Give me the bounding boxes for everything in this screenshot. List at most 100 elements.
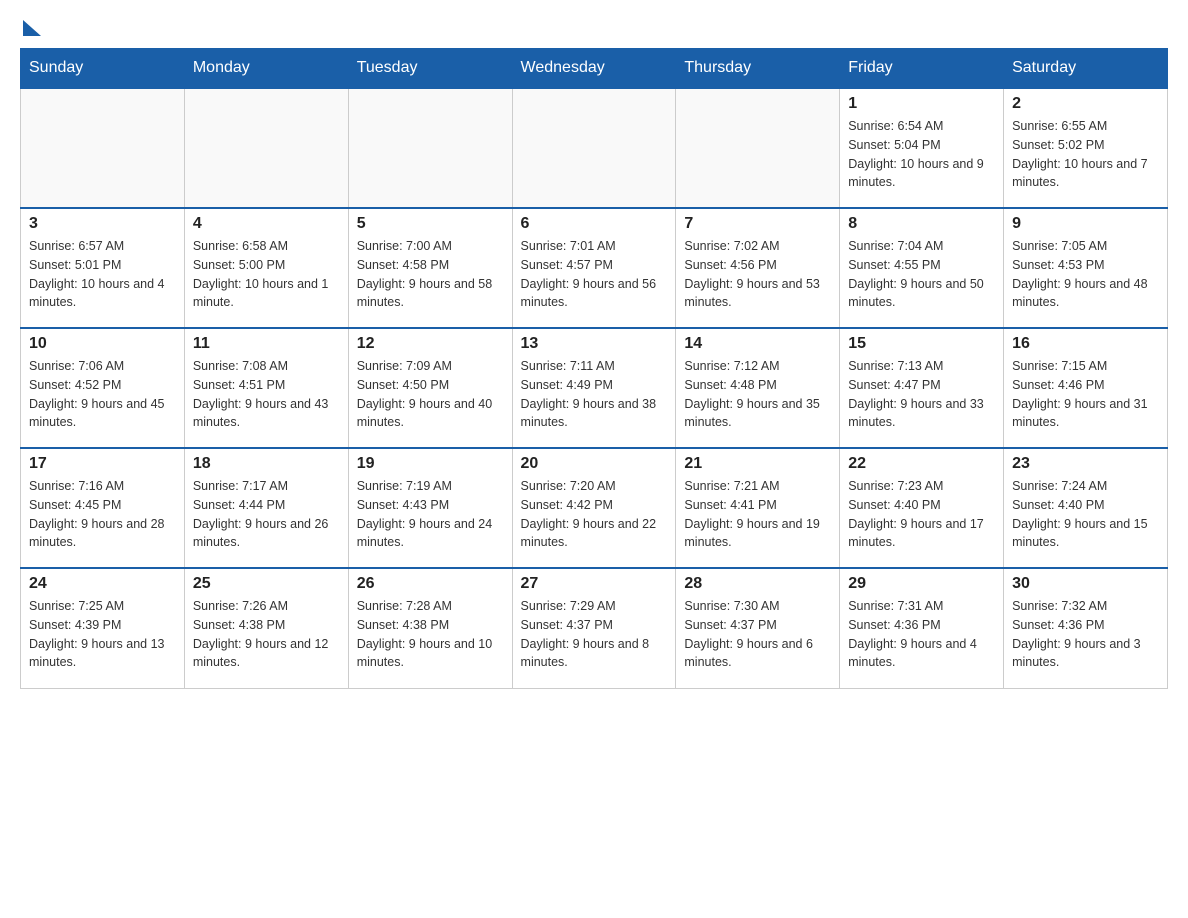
calendar-cell: 8 Sunrise: 7:04 AMSunset: 4:55 PMDaylight… [840, 208, 1004, 328]
day-info: Sunrise: 7:28 AMSunset: 4:38 PMDaylight:… [357, 597, 504, 672]
day-info: Sunrise: 7:15 AMSunset: 4:46 PMDaylight:… [1012, 357, 1159, 432]
calendar-header-row: SundayMondayTuesdayWednesdayThursdayFrid… [21, 49, 1168, 89]
day-number: 18 [193, 455, 340, 473]
day-number: 8 [848, 215, 995, 233]
day-info: Sunrise: 6:54 AMSunset: 5:04 PMDaylight:… [848, 117, 995, 192]
day-info: Sunrise: 7:16 AMSunset: 4:45 PMDaylight:… [29, 477, 176, 552]
page-header [20, 20, 1168, 28]
calendar-cell: 20Sunrise: 7:20 AMSunset: 4:42 PMDayligh… [512, 448, 676, 568]
calendar-week-5: 24Sunrise: 7:25 AMSunset: 4:39 PMDayligh… [21, 568, 1168, 688]
calendar-cell: 5 Sunrise: 7:00 AMSunset: 4:58 PMDaylight… [348, 208, 512, 328]
day-info: Sunrise: 7:19 AMSunset: 4:43 PMDaylight:… [357, 477, 504, 552]
day-info: Sunrise: 6:58 AMSunset: 5:00 PMDaylight:… [193, 237, 340, 312]
calendar-cell [21, 88, 185, 208]
day-number: 30 [1012, 575, 1159, 593]
day-info: Sunrise: 7:30 AMSunset: 4:37 PMDaylight:… [684, 597, 831, 672]
day-number: 27 [521, 575, 668, 593]
day-info: Sunrise: 7:00 AMSunset: 4:58 PMDaylight:… [357, 237, 504, 312]
day-info: Sunrise: 6:57 AMSunset: 5:01 PMDaylight:… [29, 237, 176, 312]
day-number: 9 [1012, 215, 1159, 233]
weekday-header-monday: Monday [184, 49, 348, 89]
calendar-cell: 10 Sunrise: 7:06 AMSunset: 4:52 PMDayligh… [21, 328, 185, 448]
calendar-cell: 9Sunrise: 7:05 AMSunset: 4:53 PMDaylight… [1004, 208, 1168, 328]
calendar-week-3: 10 Sunrise: 7:06 AMSunset: 4:52 PMDayligh… [21, 328, 1168, 448]
day-info: Sunrise: 6:55 AMSunset: 5:02 PMDaylight:… [1012, 117, 1159, 192]
day-number: 26 [357, 575, 504, 593]
day-number: 4 [193, 215, 340, 233]
day-info: Sunrise: 7:26 AMSunset: 4:38 PMDaylight:… [193, 597, 340, 672]
day-info: Sunrise: 7:29 AMSunset: 4:37 PMDaylight:… [521, 597, 668, 672]
calendar-cell: 13 Sunrise: 7:11 AMSunset: 4:49 PMDayligh… [512, 328, 676, 448]
calendar-cell: 2 Sunrise: 6:55 AMSunset: 5:02 PMDaylight… [1004, 88, 1168, 208]
day-info: Sunrise: 7:09 AMSunset: 4:50 PMDaylight:… [357, 357, 504, 432]
day-info: Sunrise: 7:11 AMSunset: 4:49 PMDaylight:… [521, 357, 668, 432]
logo [20, 20, 41, 28]
day-number: 28 [684, 575, 831, 593]
calendar-cell [184, 88, 348, 208]
calendar-cell [348, 88, 512, 208]
day-info: Sunrise: 7:23 AMSunset: 4:40 PMDaylight:… [848, 477, 995, 552]
day-number: 29 [848, 575, 995, 593]
day-info: Sunrise: 7:31 AMSunset: 4:36 PMDaylight:… [848, 597, 995, 672]
calendar-cell: 3Sunrise: 6:57 AMSunset: 5:01 PMDaylight… [21, 208, 185, 328]
calendar-cell: 25 Sunrise: 7:26 AMSunset: 4:38 PMDayligh… [184, 568, 348, 688]
day-info: Sunrise: 7:08 AMSunset: 4:51 PMDaylight:… [193, 357, 340, 432]
calendar-cell [676, 88, 840, 208]
calendar-week-1: 1 Sunrise: 6:54 AMSunset: 5:04 PMDaylight… [21, 88, 1168, 208]
weekday-header-thursday: Thursday [676, 49, 840, 89]
calendar-cell: 23 Sunrise: 7:24 AMSunset: 4:40 PMDayligh… [1004, 448, 1168, 568]
day-number: 19 [357, 455, 504, 473]
day-number: 5 [357, 215, 504, 233]
calendar-cell: 17 Sunrise: 7:16 AMSunset: 4:45 PMDayligh… [21, 448, 185, 568]
day-number: 13 [521, 335, 668, 353]
calendar-cell: 11 Sunrise: 7:08 AMSunset: 4:51 PMDayligh… [184, 328, 348, 448]
day-number: 22 [848, 455, 995, 473]
day-info: Sunrise: 7:25 AMSunset: 4:39 PMDaylight:… [29, 597, 176, 672]
calendar-cell: 1 Sunrise: 6:54 AMSunset: 5:04 PMDaylight… [840, 88, 1004, 208]
day-number: 1 [848, 95, 995, 113]
calendar-cell: 21 Sunrise: 7:21 AMSunset: 4:41 PMDayligh… [676, 448, 840, 568]
day-number: 12 [357, 335, 504, 353]
day-info: Sunrise: 7:32 AMSunset: 4:36 PMDaylight:… [1012, 597, 1159, 672]
calendar-table: SundayMondayTuesdayWednesdayThursdayFrid… [20, 48, 1168, 689]
day-info: Sunrise: 7:12 AMSunset: 4:48 PMDaylight:… [684, 357, 831, 432]
calendar-cell: 12 Sunrise: 7:09 AMSunset: 4:50 PMDayligh… [348, 328, 512, 448]
day-info: Sunrise: 7:21 AMSunset: 4:41 PMDaylight:… [684, 477, 831, 552]
calendar-cell: 27 Sunrise: 7:29 AMSunset: 4:37 PMDayligh… [512, 568, 676, 688]
day-number: 14 [684, 335, 831, 353]
day-number: 6 [521, 215, 668, 233]
calendar-cell: 7 Sunrise: 7:02 AMSunset: 4:56 PMDaylight… [676, 208, 840, 328]
calendar-cell: 16 Sunrise: 7:15 AMSunset: 4:46 PMDayligh… [1004, 328, 1168, 448]
calendar-cell: 26 Sunrise: 7:28 AMSunset: 4:38 PMDayligh… [348, 568, 512, 688]
day-number: 17 [29, 455, 176, 473]
calendar-cell: 6 Sunrise: 7:01 AMSunset: 4:57 PMDaylight… [512, 208, 676, 328]
day-info: Sunrise: 7:01 AMSunset: 4:57 PMDaylight:… [521, 237, 668, 312]
day-number: 15 [848, 335, 995, 353]
calendar-week-4: 17 Sunrise: 7:16 AMSunset: 4:45 PMDayligh… [21, 448, 1168, 568]
calendar-cell: 4 Sunrise: 6:58 AMSunset: 5:00 PMDaylight… [184, 208, 348, 328]
weekday-header-tuesday: Tuesday [348, 49, 512, 89]
day-info: Sunrise: 7:24 AMSunset: 4:40 PMDaylight:… [1012, 477, 1159, 552]
calendar-cell [512, 88, 676, 208]
day-info: Sunrise: 7:04 AMSunset: 4:55 PMDaylight:… [848, 237, 995, 312]
weekday-header-sunday: Sunday [21, 49, 185, 89]
day-number: 10 [29, 335, 176, 353]
calendar-cell: 24Sunrise: 7:25 AMSunset: 4:39 PMDayligh… [21, 568, 185, 688]
calendar-cell: 22 Sunrise: 7:23 AMSunset: 4:40 PMDayligh… [840, 448, 1004, 568]
calendar-cell: 28 Sunrise: 7:30 AMSunset: 4:37 PMDayligh… [676, 568, 840, 688]
day-info: Sunrise: 7:20 AMSunset: 4:42 PMDaylight:… [521, 477, 668, 552]
weekday-header-wednesday: Wednesday [512, 49, 676, 89]
day-number: 11 [193, 335, 340, 353]
day-number: 25 [193, 575, 340, 593]
day-number: 16 [1012, 335, 1159, 353]
day-info: Sunrise: 7:02 AMSunset: 4:56 PMDaylight:… [684, 237, 831, 312]
day-number: 2 [1012, 95, 1159, 113]
day-info: Sunrise: 7:06 AMSunset: 4:52 PMDaylight:… [29, 357, 176, 432]
weekday-header-friday: Friday [840, 49, 1004, 89]
calendar-cell: 14 Sunrise: 7:12 AMSunset: 4:48 PMDayligh… [676, 328, 840, 448]
day-number: 23 [1012, 455, 1159, 473]
logo-arrow-icon [23, 20, 41, 36]
day-number: 7 [684, 215, 831, 233]
day-number: 21 [684, 455, 831, 473]
calendar-cell: 19 Sunrise: 7:19 AMSunset: 4:43 PMDayligh… [348, 448, 512, 568]
